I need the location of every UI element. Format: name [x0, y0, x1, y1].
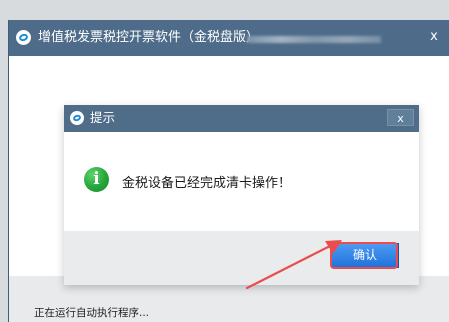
prompt-dialog: 提示 x i 金税设备已经完成清卡操作！ 确认 [64, 105, 419, 285]
dialog-titlebar: 提示 x [64, 105, 419, 132]
app-logo-icon [16, 30, 31, 45]
dialog-title: 提示 [90, 110, 116, 125]
main-window: 增值税发票税控开票软件（金税盘版） x 正在运行自动执行程序... 提示 x i… [8, 20, 449, 322]
dialog-body: i 金税设备已经完成清卡操作！ [64, 132, 419, 231]
info-icon: i [84, 167, 109, 192]
obscured-title-text [247, 36, 381, 43]
confirm-button[interactable]: 确认 [331, 243, 399, 268]
status-text: 正在运行自动执行程序... [34, 307, 150, 319]
main-window-titlebar: 增值税发票税控开票软件（金税盘版） x [9, 20, 449, 56]
dialog-logo-icon [70, 111, 84, 125]
window-close-icon[interactable]: x [423, 27, 445, 47]
dialog-close-icon[interactable]: x [387, 109, 414, 126]
dialog-message: 金税设备已经完成清卡操作！ [122, 176, 292, 191]
window-title: 增值税发票税控开票软件（金税盘版） [38, 30, 260, 45]
